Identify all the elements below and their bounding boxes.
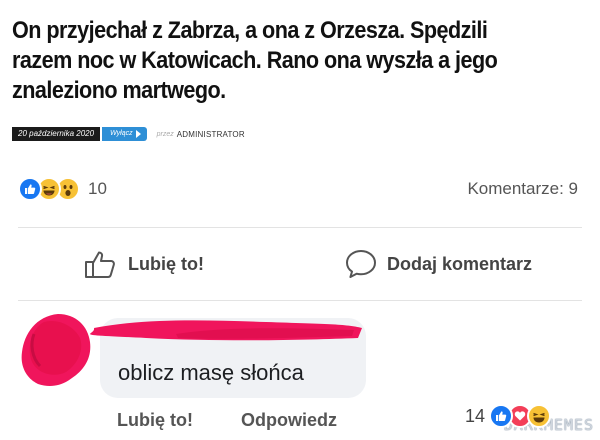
comment-icon <box>346 250 376 278</box>
comment-like-button[interactable]: Lubię to! <box>117 410 193 431</box>
divider <box>18 227 582 228</box>
article-author[interactable]: ADMINISTRATOR <box>177 130 245 139</box>
thumbs-up-icon <box>85 251 115 278</box>
comment-reply-button[interactable]: Odpowiedz <box>241 410 337 431</box>
like-icon <box>18 177 42 201</box>
redaction-mark <box>90 320 362 341</box>
like-label: Lubię to! <box>128 253 204 274</box>
reactions-summary[interactable]: 10 <box>18 176 107 202</box>
article-date: 20 października 2020 <box>12 127 101 141</box>
divider <box>18 300 582 301</box>
like-icon <box>489 404 514 428</box>
play-icon <box>135 130 141 138</box>
category-tag[interactable]: Wyłącz <box>102 127 147 141</box>
add-comment-label: Dodaj komentarz <box>387 253 533 274</box>
comment-text: oblicz masę słońca <box>118 360 304 385</box>
category-label: Wyłącz <box>110 130 133 137</box>
comment-reaction-count: 14 <box>465 405 486 426</box>
avatar[interactable] <box>14 312 98 390</box>
comment-reactions[interactable]: 14 <box>465 404 552 428</box>
by-label: przez <box>156 130 174 138</box>
article-meta: 20 października 2020 Wyłącz przez ADMINI… <box>12 127 245 141</box>
like-button[interactable]: Lubię to! <box>84 246 204 282</box>
haha-icon <box>527 404 552 428</box>
comments-count[interactable]: Komentarze: 9 <box>467 179 578 199</box>
article-headline[interactable]: On przyjechał z Zabrza, a ona z Orzesza.… <box>12 16 530 106</box>
add-comment-button[interactable]: Dodaj komentarz <box>345 246 532 282</box>
reaction-count: 10 <box>88 179 107 198</box>
